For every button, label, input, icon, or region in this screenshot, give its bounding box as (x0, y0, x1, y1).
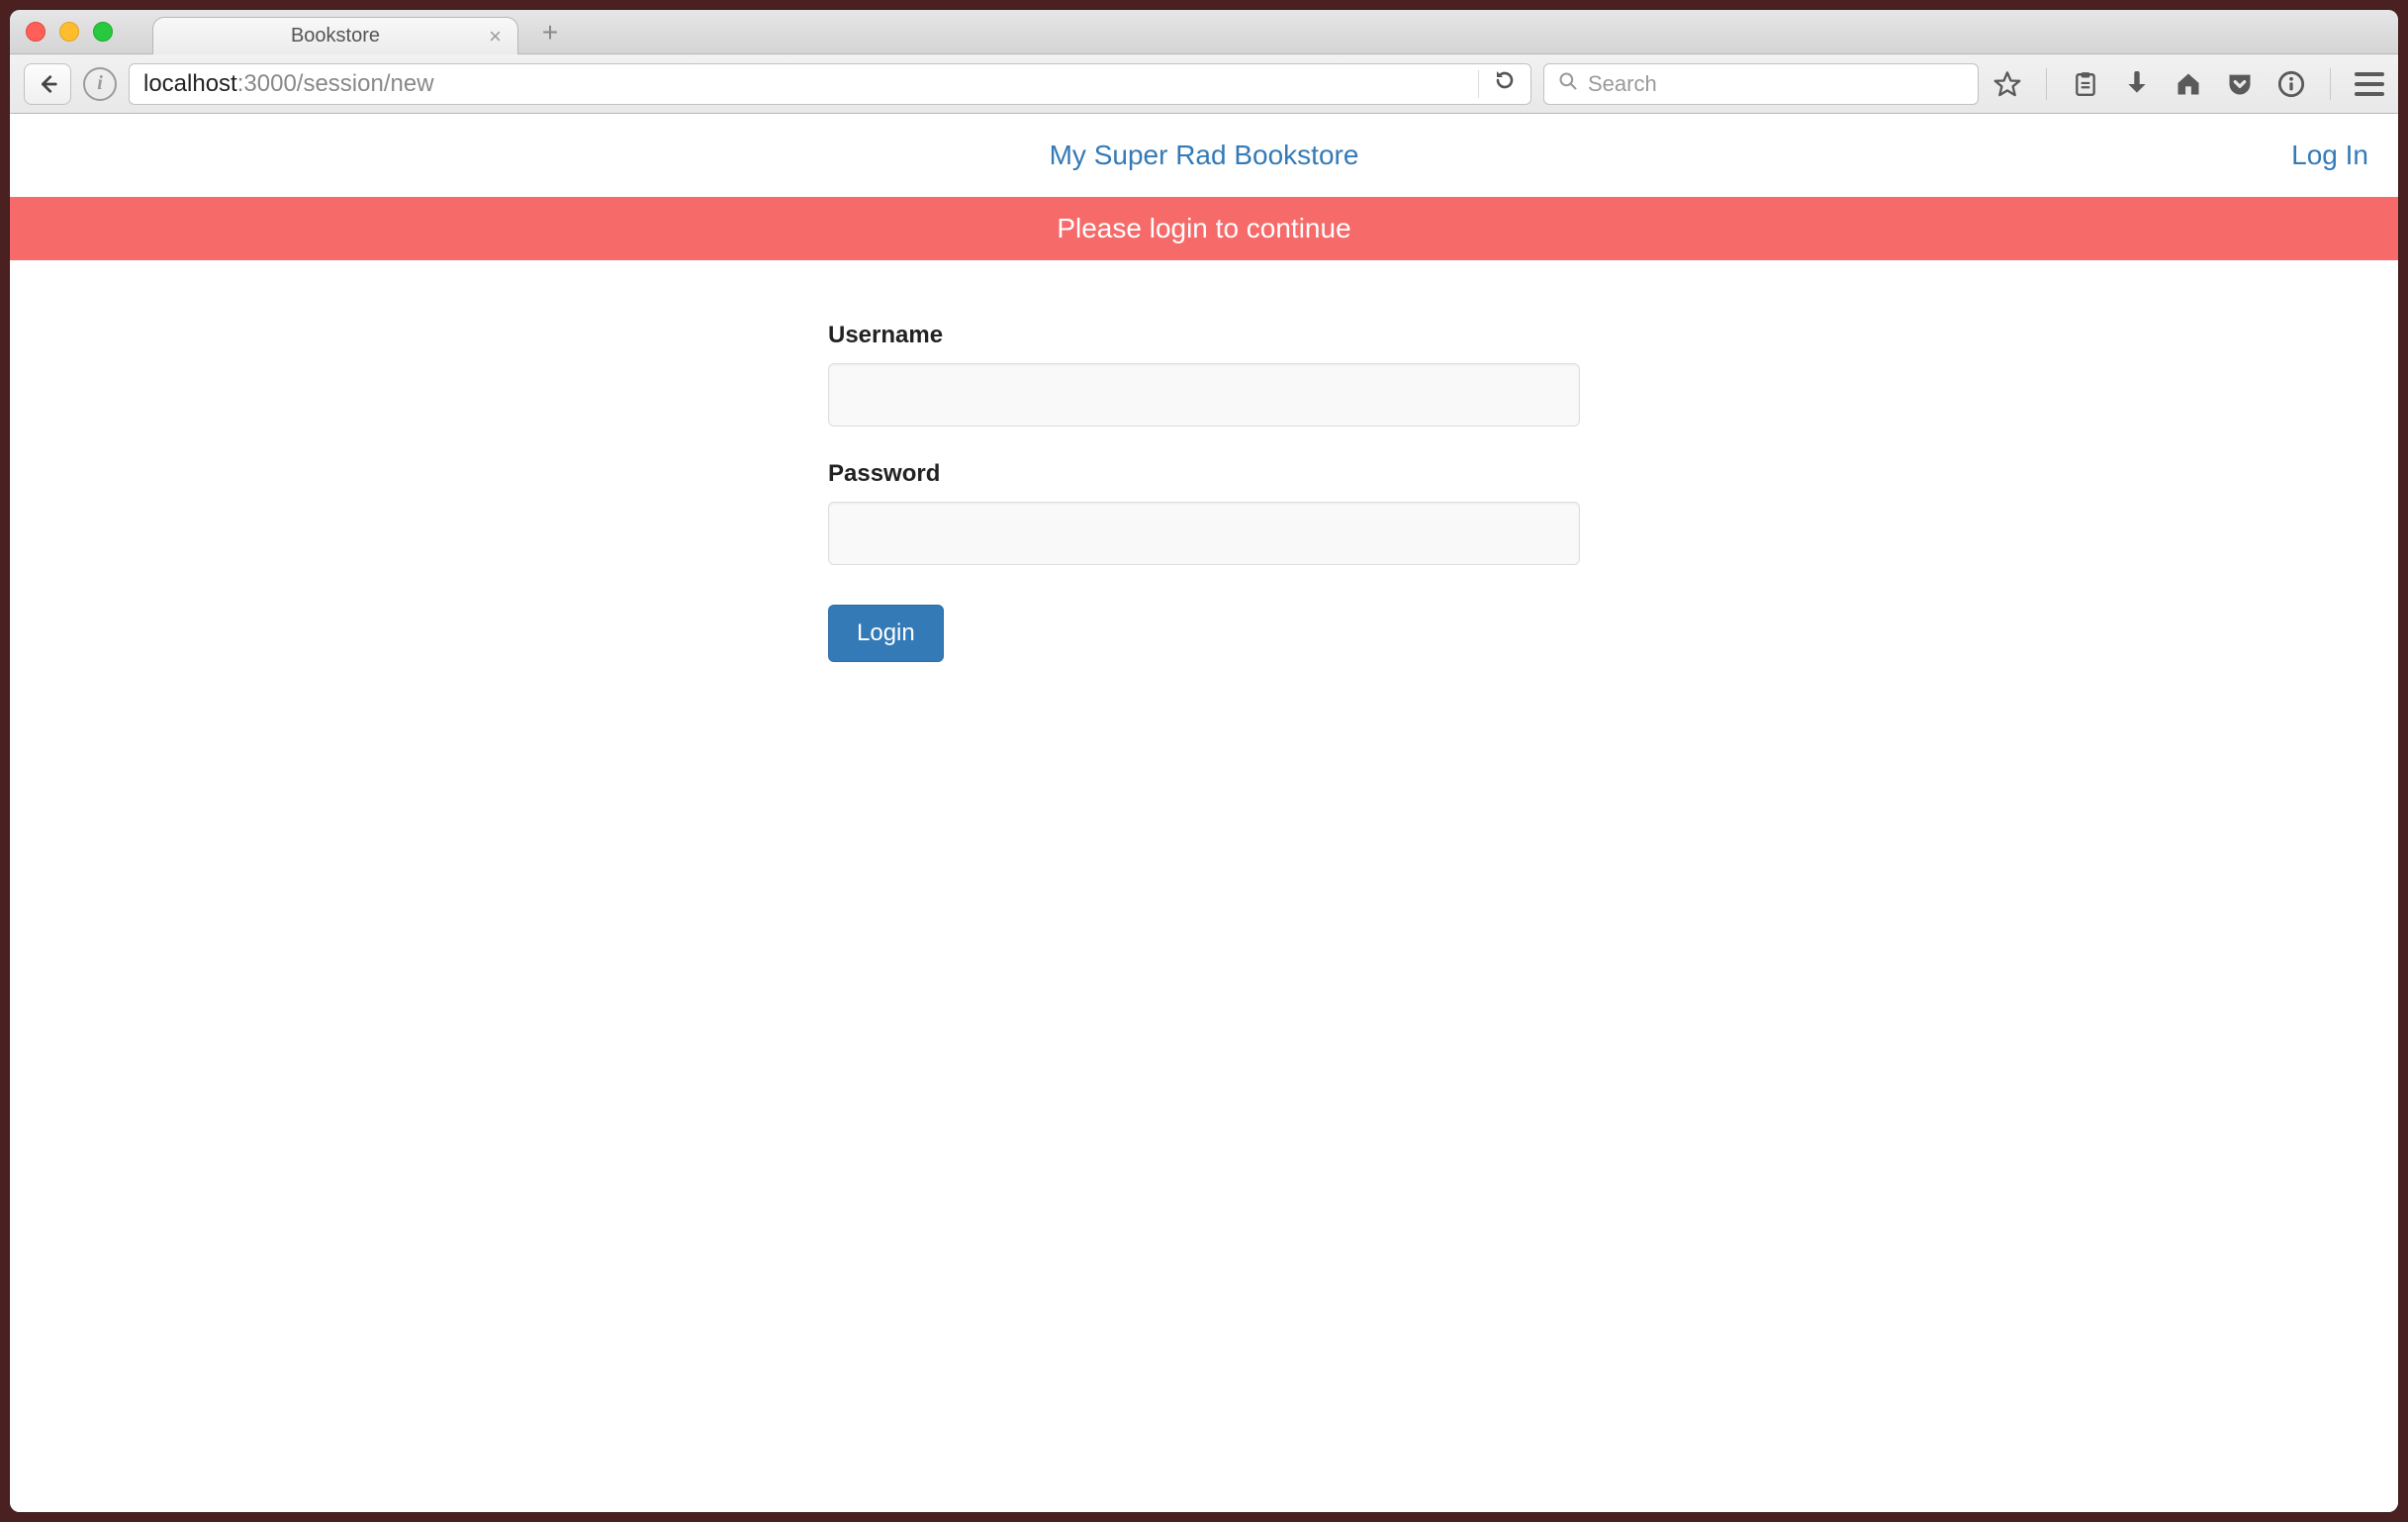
username-input[interactable] (828, 363, 1580, 427)
info-icon: i (97, 72, 103, 95)
window-minimize-button[interactable] (59, 22, 79, 42)
search-bar[interactable]: Search (1543, 63, 1979, 105)
toolbar: i localhost:3000/session/new Search (10, 54, 2398, 114)
login-button[interactable]: Login (828, 605, 944, 662)
flash-alert: Please login to continue (10, 197, 2398, 260)
reload-icon (1493, 68, 1517, 92)
arrow-left-icon (37, 73, 58, 95)
search-icon (1558, 71, 1578, 97)
new-tab-button[interactable]: + (536, 19, 564, 47)
clipboard-icon (2073, 71, 2098, 97)
star-icon (1993, 70, 2021, 98)
log-in-link[interactable]: Log In (2291, 140, 2368, 171)
toolbar-separator (2046, 68, 2047, 100)
download-icon (2124, 71, 2150, 97)
reload-button[interactable] (1493, 68, 1517, 99)
info-button[interactable] (2276, 69, 2306, 99)
username-group: Username (828, 322, 1580, 427)
tab-strip: Bookstore × + (152, 11, 564, 54)
close-tab-button[interactable]: × (489, 26, 502, 48)
brand-link[interactable]: My Super Rad Bookstore (1050, 140, 1359, 171)
browser-tab[interactable]: Bookstore × (152, 17, 518, 54)
home-icon (2175, 70, 2202, 98)
page-content: My Super Rad Bookstore Log In Please log… (10, 114, 2398, 1512)
menu-button[interactable] (2355, 72, 2384, 96)
home-button[interactable] (2174, 69, 2203, 99)
back-button[interactable] (24, 63, 71, 105)
search-placeholder: Search (1588, 71, 1657, 97)
toolbar-separator (2330, 68, 2331, 100)
pocket-icon (2226, 70, 2254, 98)
hamburger-icon (2355, 82, 2384, 86)
window-zoom-button[interactable] (93, 22, 113, 42)
url-bar[interactable]: localhost:3000/session/new (129, 63, 1531, 105)
title-bar: Bookstore × + (10, 10, 2398, 54)
login-form: Username Password Login (828, 322, 1580, 662)
site-navbar: My Super Rad Bookstore Log In (10, 114, 2398, 197)
pocket-button[interactable] (2225, 69, 2255, 99)
url-separator (1478, 70, 1479, 98)
password-label: Password (828, 460, 1580, 488)
site-identity-button[interactable]: i (83, 67, 117, 101)
username-label: Username (828, 322, 1580, 349)
url-path: :3000/session/new (237, 70, 434, 98)
browser-window: Bookstore × + i localhost:3000/session/n… (10, 10, 2398, 1512)
password-group: Password (828, 460, 1580, 565)
url-host: localhost (143, 70, 237, 98)
toolbar-icons (1992, 68, 2384, 100)
tab-title: Bookstore (291, 25, 380, 48)
circle-info-icon (2277, 70, 2305, 98)
downloads-button[interactable] (2122, 69, 2152, 99)
bookmark-button[interactable] (1992, 69, 2022, 99)
hamburger-icon (2355, 72, 2384, 76)
password-input[interactable] (828, 502, 1580, 565)
reading-list-button[interactable] (2071, 69, 2100, 99)
hamburger-icon (2355, 92, 2384, 96)
window-controls (26, 22, 113, 42)
window-close-button[interactable] (26, 22, 46, 42)
